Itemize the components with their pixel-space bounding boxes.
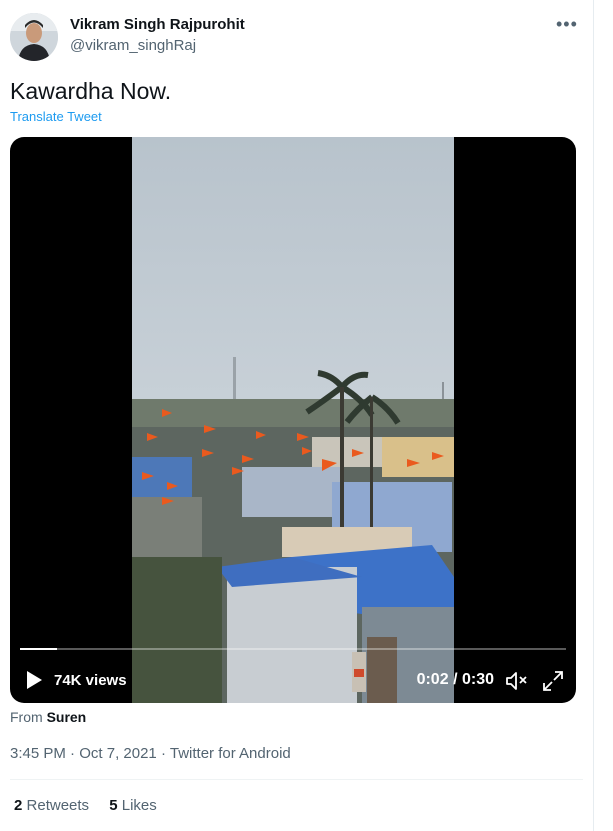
likes-count: 5 [109,797,118,814]
translate-tweet-link[interactable]: Translate Tweet [10,109,102,124]
meta-separator: · [70,745,76,762]
duration: 0:30 [461,671,494,688]
more-horizontal-icon[interactable]: ••• [556,14,578,35]
likes-stat[interactable]: 5 Likes [109,797,157,814]
tweet-meta: 3:45 PM · Oct 7, 2021 · Twitter for Andr… [10,745,291,762]
divider [10,779,583,780]
view-count: 74K views [54,672,127,689]
avatar[interactable] [10,13,58,61]
mute-icon[interactable] [505,670,529,697]
tweet-client[interactable]: Twitter for Android [170,745,291,762]
tweet-time[interactable]: 3:45 PM [10,745,66,762]
tweet-card: Vikram Singh Rajpurohit @vikram_singhRaj… [0,0,594,831]
meta-separator: · [160,745,166,762]
author-handle[interactable]: @vikram_singhRaj [70,37,196,54]
tweet-text: Kawardha Now. [10,78,172,104]
tweet-date[interactable]: Oct 7, 2021 [79,745,157,762]
video-player[interactable]: 74K views 0:02 / 0:30 [10,137,576,703]
video-progress-fill [20,648,57,650]
video-progress-bar[interactable] [20,648,566,650]
time-separator: / [453,671,458,688]
play-icon[interactable] [25,670,43,695]
retweets-label: Retweets [26,797,90,814]
video-source: From Suren [10,709,86,725]
source-prefix: From [10,709,43,725]
video-frame [132,137,454,703]
author-name[interactable]: Vikram Singh Rajpurohit [70,16,245,33]
source-name[interactable]: Suren [47,709,87,725]
retweets-stat[interactable]: 2 Retweets [14,797,93,814]
fullscreen-icon[interactable] [542,670,564,697]
tweet-stats: 2 Retweets 5 Likes [14,797,173,814]
likes-label: Likes [121,797,157,814]
video-timestamp: 0:02 / 0:30 [417,671,494,689]
retweets-count: 2 [14,797,23,814]
current-time: 0:02 [416,671,449,688]
